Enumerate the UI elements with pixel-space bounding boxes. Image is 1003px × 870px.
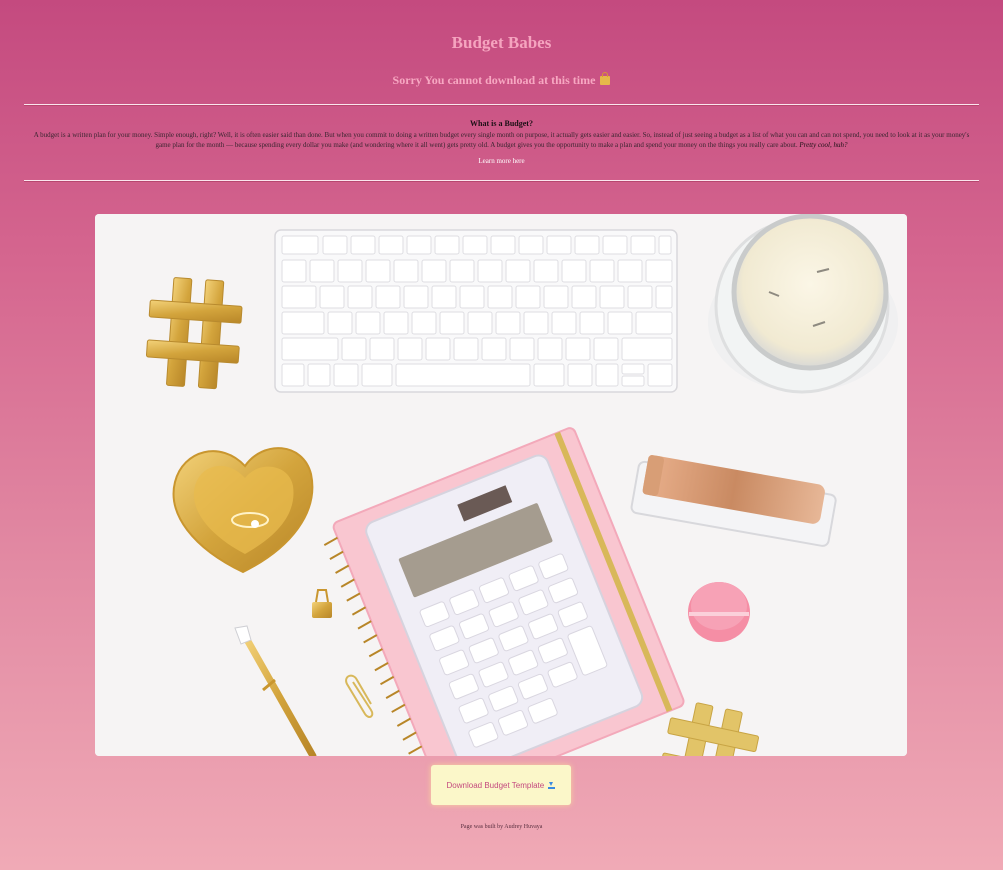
info-body: A budget is a written plan for your mone… [30, 130, 973, 150]
top-divider [24, 104, 979, 106]
info-emphasis: Pretty cool, huh? [799, 141, 848, 149]
site-title: Budget Babes [451, 33, 552, 52]
download-unavailable-notice: Sorry You cannot download at this time [0, 72, 1003, 88]
notice-text: Sorry You cannot download at this time [392, 73, 596, 87]
keyboard-icon [274, 229, 678, 393]
info-heading: What is a Budget? [470, 119, 533, 128]
desk-flatlay-illustration [95, 214, 907, 756]
footer-credit: Page was built by Audrey Huvaya [460, 824, 543, 830]
download-icon [548, 781, 556, 789]
hero-image [95, 214, 907, 756]
download-button-label: Download Budget Template [446, 780, 545, 790]
bottom-divider [24, 180, 979, 182]
page: Budget Babes Sorry You cannot download a… [0, 0, 1003, 868]
locked-icon [600, 72, 611, 85]
budget-info-section: What is a Budget? A budget is a written … [30, 119, 973, 168]
download-template-button[interactable]: Download Budget Template [431, 765, 571, 805]
learn-more-link[interactable]: Learn more here [478, 156, 524, 166]
macaron-icon [688, 582, 750, 642]
